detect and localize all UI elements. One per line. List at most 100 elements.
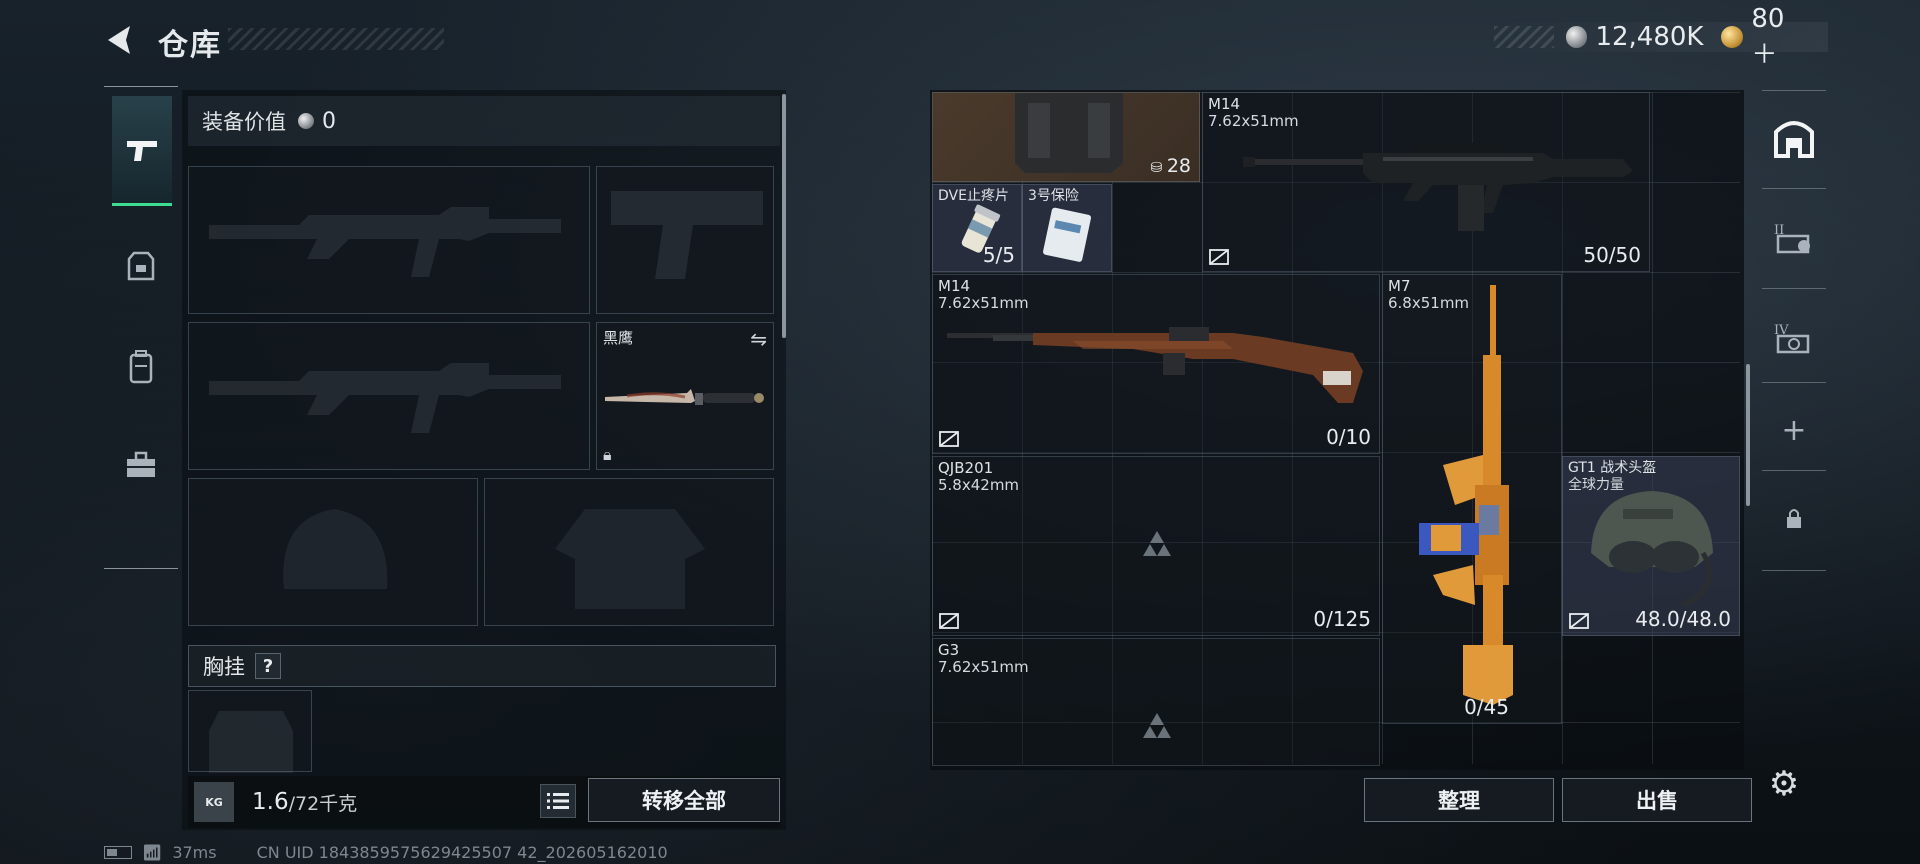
help-button[interactable]: ? (255, 653, 281, 679)
silver-coin-icon (298, 113, 314, 129)
tab-armor[interactable] (112, 238, 170, 296)
item-name: DVE止疼片 (938, 188, 1009, 204)
g3-item[interactable]: G3 7.62x51mm (932, 638, 1380, 766)
tab-divider (1762, 382, 1826, 383)
status-bar: 📶︎ 37ms CN UID 1843859575629425507 42_20… (104, 843, 668, 862)
transfer-all-button[interactable]: 转移全部 (588, 778, 780, 822)
tab-toolbox[interactable] (112, 436, 170, 494)
no3-safe-item[interactable]: 3号保险 (1022, 184, 1112, 272)
m7-rifle-item[interactable]: M7 6.8x51mm 0/45 (1382, 274, 1562, 724)
tab-divider (1762, 90, 1826, 91)
tab-stash-ii[interactable]: II (1764, 208, 1824, 268)
item-caliber: 7.62x51mm (938, 658, 1029, 676)
user-uid: CN UID 1843859575629425507 42_2026051620… (256, 843, 668, 862)
weight-bar: KG 1.6 /72千克 转移全部 (188, 776, 780, 828)
item-name: M14 (938, 277, 971, 295)
backpack-count: ⛁ 28 (1151, 155, 1191, 177)
currency-decoration (1494, 26, 1554, 48)
gold-currency-value[interactable]: 80＋ (1751, 4, 1810, 71)
item-name: GT1 战术头盔 (1568, 460, 1657, 476)
pistol-silhouette-icon (611, 191, 763, 279)
item-caliber: 7.62x51mm (938, 294, 1029, 312)
item-count: 5/5 (982, 243, 1015, 267)
vest-silhouette-icon (555, 509, 705, 609)
armor-icon (127, 251, 155, 281)
loading-icon (1143, 713, 1171, 738)
durability: 48.0/48.0 (1635, 607, 1731, 631)
item-name: 3号保险 (1028, 188, 1079, 204)
backpack-icon (129, 350, 153, 384)
item-caliber: 5.8x42mm (938, 476, 1020, 494)
item-name: M7 (1388, 277, 1411, 295)
equipment-value-label: 装备价值 (202, 110, 286, 134)
dve-painkiller-item[interactable]: DVE止疼片 5/5 (932, 184, 1022, 272)
ammo-count: 0/125 (1313, 607, 1371, 631)
tab-stash-iv[interactable]: IV (1764, 308, 1824, 368)
item-caliber: 7.62x51mm (1208, 112, 1299, 130)
gear-icon: ⚙ (1768, 764, 1800, 804)
loadout-tabs (104, 86, 178, 570)
ammo-count: 50/50 (1583, 243, 1641, 267)
m14-item[interactable]: M14 7.62x51mm 0/10 (932, 274, 1380, 454)
stash-ii-icon: II (1774, 223, 1810, 254)
tab-divider (1762, 570, 1826, 571)
rifle-silhouette-icon (209, 207, 561, 277)
knife-icon (605, 389, 764, 405)
tab-weapons[interactable] (112, 96, 172, 206)
weight-max: /72千克 (288, 792, 358, 815)
item-subtitle: 全球力量 (1568, 477, 1624, 493)
backpack-count-value: 28 (1166, 155, 1191, 177)
title-decoration (228, 28, 444, 50)
lock-icon (1787, 509, 1801, 528)
currency-bar: 12,480K 80＋ (1494, 4, 1828, 70)
chest-rig-header: 胸挂 ? (188, 645, 776, 687)
settings-button[interactable]: ⚙ (1766, 764, 1802, 804)
silver-coin-icon (1565, 26, 1588, 48)
battery-icon (104, 846, 132, 859)
sort-button[interactable]: 整理 (1364, 778, 1554, 822)
equipment-value: 0 (322, 108, 336, 134)
body-armor-slot[interactable] (484, 478, 774, 626)
sell-button[interactable]: 出售 (1562, 778, 1752, 822)
primary-weapon-slot-2[interactable] (188, 322, 590, 470)
list-view-button[interactable] (540, 784, 576, 818)
add-tab-button[interactable]: + (1764, 400, 1824, 460)
gt1-helmet-item[interactable]: GT1 战术头盔 全球力量 48.0/48.0 (1562, 456, 1740, 636)
tab-backpack[interactable] (112, 338, 170, 396)
ammo-count: 0/45 (1464, 695, 1509, 719)
back-arrow-icon (108, 26, 130, 54)
item-name: M14 (1208, 95, 1241, 113)
chest-rig-slot[interactable] (188, 690, 312, 773)
ping-value: 37ms (172, 843, 217, 862)
backpack-item[interactable]: ⛁ 28 (932, 92, 1200, 182)
rifle-silhouette-icon (209, 363, 561, 433)
loading-icon (1143, 531, 1171, 556)
chest-rig-label: 胸挂 (203, 655, 245, 679)
tab-stash-main[interactable] (1764, 108, 1824, 168)
locked-tab[interactable] (1764, 488, 1824, 548)
tab-divider (1762, 288, 1826, 289)
melee-slot[interactable]: 黑鹰 ⇋ 🔒︎ (596, 322, 774, 470)
tab-divider (104, 568, 178, 569)
item-caliber: 6.8x51mm (1388, 294, 1470, 312)
primary-weapon-slot-1[interactable] (188, 166, 590, 314)
sidearm-slot[interactable] (596, 166, 774, 314)
chest-rig-silhouette-icon (209, 711, 293, 773)
m14-scoped-item[interactable]: M14 7.62x51mm 50/50 (1202, 92, 1650, 272)
loadout-scrollbar[interactable] (782, 94, 786, 338)
gold-coin-icon (1721, 26, 1744, 48)
unmodded-icon (939, 431, 959, 447)
list-icon (547, 793, 569, 809)
ammo-count: 0/10 (1326, 425, 1371, 449)
unmodded-icon (1209, 249, 1229, 265)
helmet-slot[interactable] (188, 478, 478, 626)
item-name: QJB201 (938, 459, 994, 477)
weight-icon: KG (194, 782, 234, 822)
stash-scrollbar[interactable] (1746, 364, 1750, 506)
helmet-silhouette-icon (283, 509, 388, 589)
tab-divider (1762, 470, 1826, 471)
unmodded-icon (939, 613, 959, 629)
tab-divider (1762, 188, 1826, 189)
back-button[interactable] (100, 20, 140, 60)
qjb201-item[interactable]: QJB201 5.8x42mm 0/125 (932, 456, 1380, 636)
